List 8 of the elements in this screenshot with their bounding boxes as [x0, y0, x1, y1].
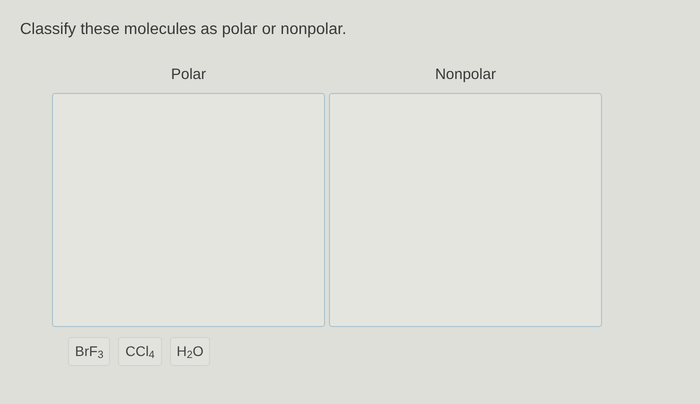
molecule-tile[interactable]: CCl$_{4}$ [118, 336, 162, 366]
drop-zone[interactable] [52, 92, 325, 326]
bin-label: Nonpolar [435, 65, 496, 85]
molecule-tile[interactable]: H$_{2}$O [170, 336, 210, 366]
bin-label: Polar [170, 65, 206, 85]
molecule-tile[interactable]: BrF$_{3}$ [68, 336, 110, 366]
question-text: Classify these molecules as polar or nonpolar. [20, 20, 348, 40]
drop-zone[interactable] [329, 92, 602, 326]
